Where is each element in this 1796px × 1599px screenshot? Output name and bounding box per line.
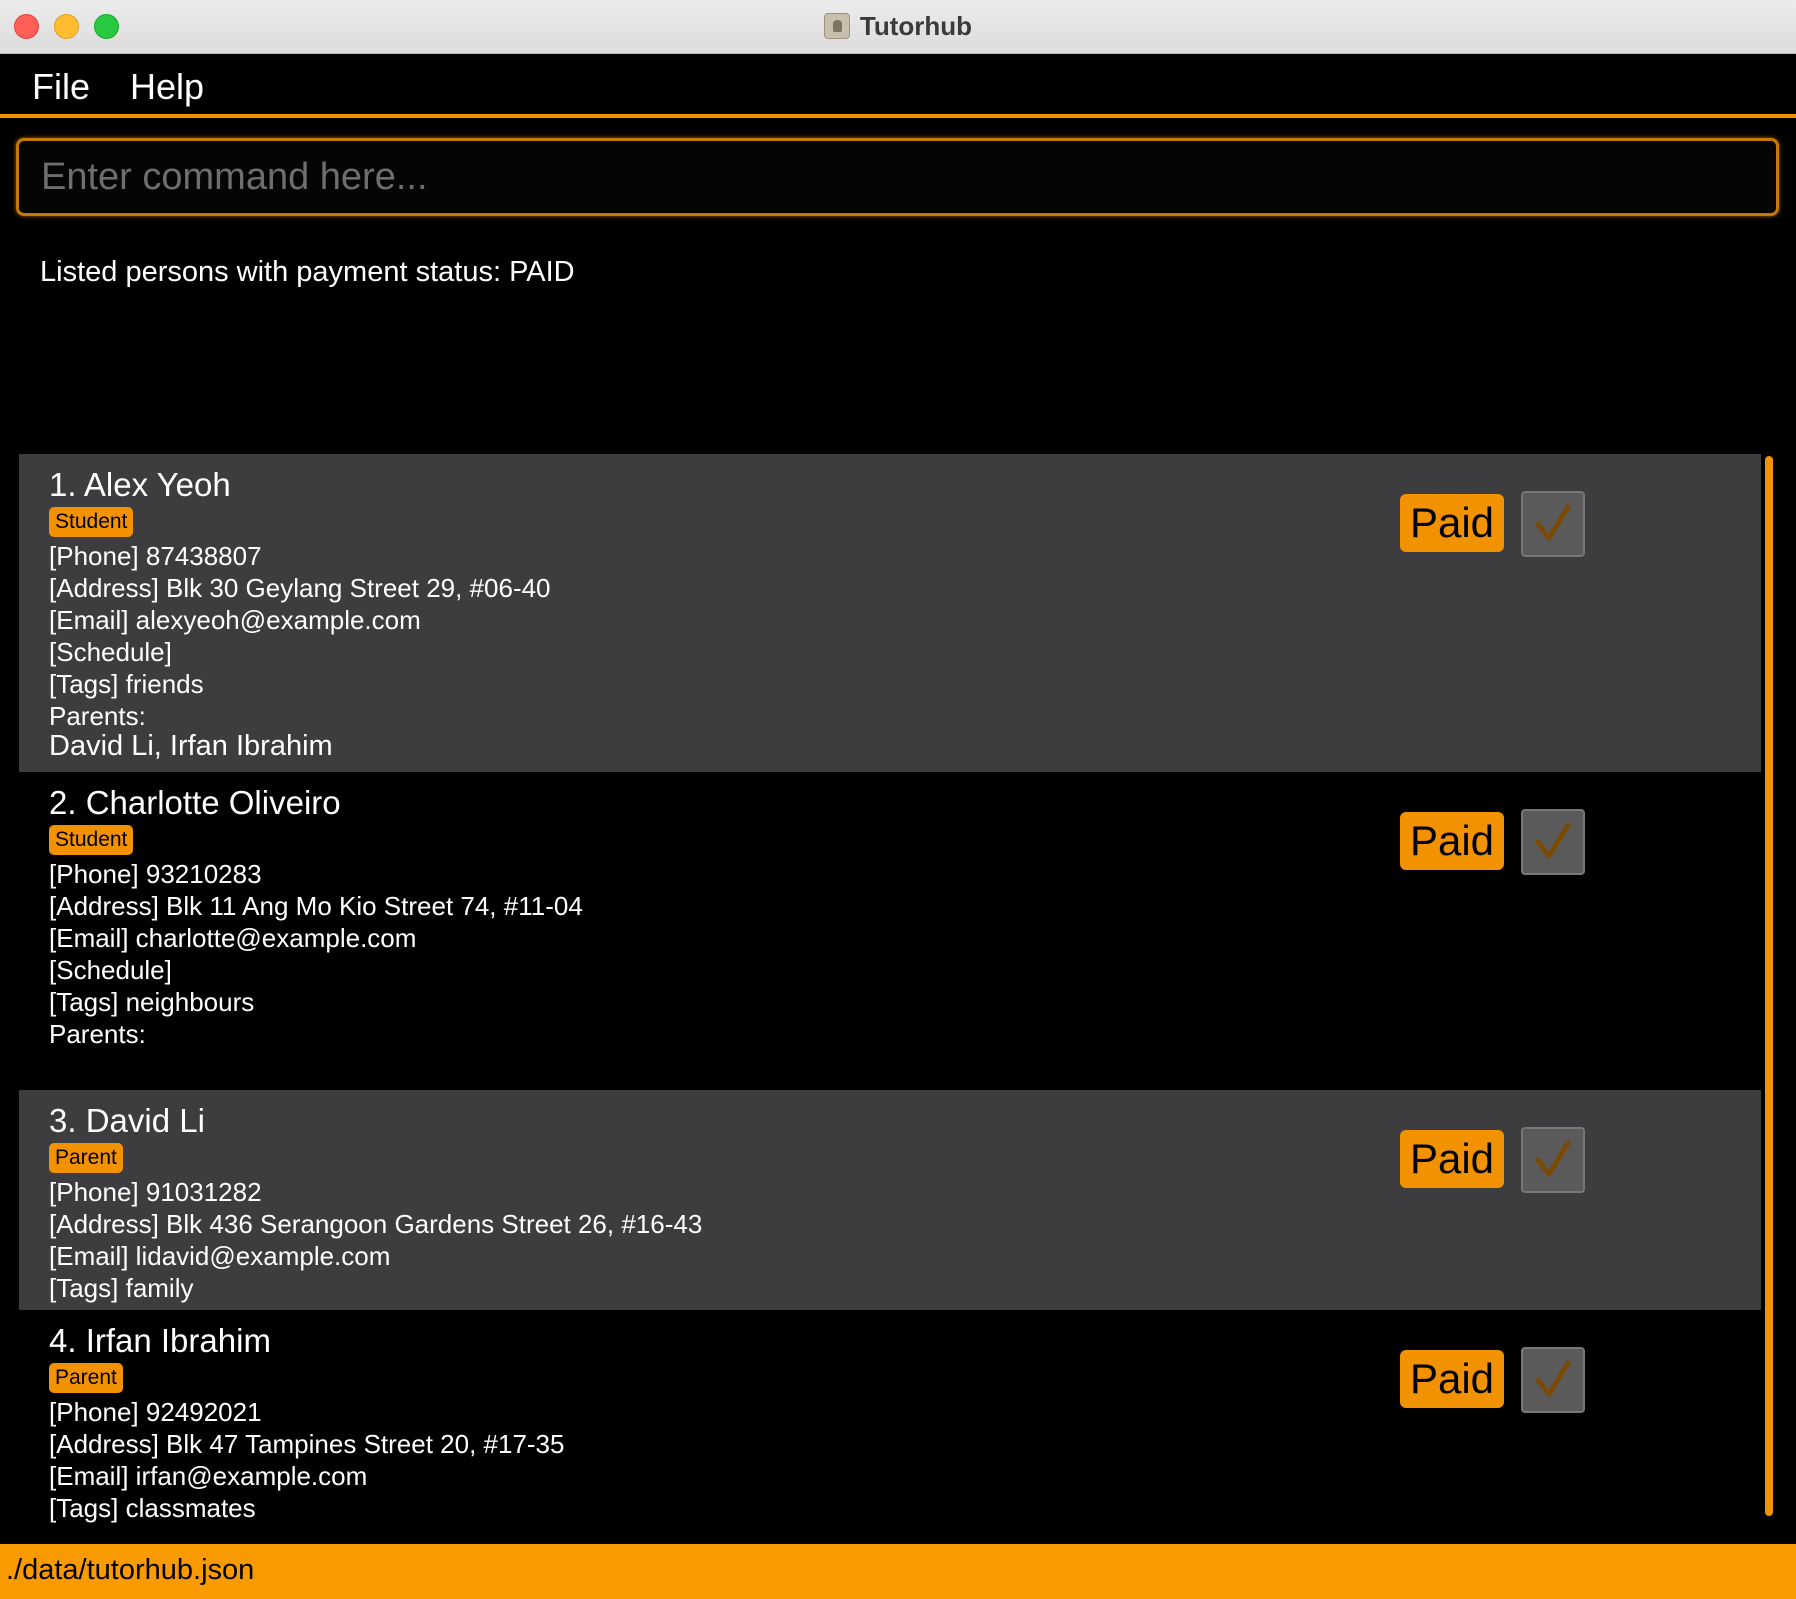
person-schedule: [Schedule] xyxy=(49,637,172,667)
person-phone: [Phone] 92492021 xyxy=(49,1397,262,1427)
person-email: [Email] lidavid@example.com xyxy=(49,1241,391,1271)
contact-book-icon xyxy=(823,13,850,39)
person-list[interactable]: 1. Alex Yeoh Student [Phone] 87438807 [A… xyxy=(19,454,1761,1540)
role-badge: Student xyxy=(49,507,134,537)
person-email: [Email] charlotte@example.com xyxy=(49,923,417,953)
person-name: 2. Charlotte Oliveiro xyxy=(49,784,341,821)
check-icon xyxy=(1535,822,1571,859)
status-bar: ./data/tutorhub.json xyxy=(0,1544,1796,1599)
role-badge: Parent xyxy=(49,1363,123,1393)
menu-bar: File Help xyxy=(0,54,1796,118)
parents-label: Parents: xyxy=(49,701,146,731)
check-icon xyxy=(1535,1140,1571,1177)
person-phone: [Phone] 87438807 xyxy=(49,541,262,571)
person-address: [Address] Blk 30 Geylang Street 29, #06-… xyxy=(49,573,551,603)
person-schedule: [Schedule] xyxy=(49,955,172,985)
title-wrap: Tutorhub xyxy=(0,0,1796,52)
parents-label: Parents: xyxy=(49,1019,146,1049)
parents-list: David Li, Irfan Ibrahim xyxy=(49,730,333,762)
person-tags: [Tags] friends xyxy=(49,669,204,699)
paid-checkbox[interactable] xyxy=(1521,491,1585,557)
payment-status-badge: Paid xyxy=(1400,494,1504,552)
person-address: [Address] Blk 11 Ang Mo Kio Street 74, #… xyxy=(49,891,583,921)
command-input[interactable] xyxy=(19,141,1776,213)
paid-checkbox[interactable] xyxy=(1521,1347,1585,1413)
person-card[interactable]: 3. David Li Parent [Phone] 91031282 [Add… xyxy=(19,1090,1761,1310)
menu-help[interactable]: Help xyxy=(130,66,204,108)
person-card[interactable]: 1. Alex Yeoh Student [Phone] 87438807 [A… xyxy=(19,454,1761,772)
person-phone: [Phone] 93210283 xyxy=(49,859,262,889)
list-scrollbar[interactable] xyxy=(1765,456,1773,1516)
person-tags: [Tags] family xyxy=(49,1273,194,1303)
person-name: 1. Alex Yeoh xyxy=(49,466,231,503)
menu-file[interactable]: File xyxy=(32,66,90,108)
payment-status-badge: Paid xyxy=(1400,1130,1504,1188)
result-display: Listed persons with payment status: PAID xyxy=(40,256,575,288)
check-icon xyxy=(1535,504,1571,541)
paid-checkbox[interactable] xyxy=(1521,1127,1585,1193)
save-location-path: ./data/tutorhub.json xyxy=(6,1554,255,1586)
person-tags: [Tags] neighbours xyxy=(49,987,255,1017)
person-email: [Email] alexyeoh@example.com xyxy=(49,605,421,635)
paid-checkbox[interactable] xyxy=(1521,809,1585,875)
person-name: 3. David Li xyxy=(49,1102,205,1139)
command-box xyxy=(16,138,1779,216)
role-badge: Student xyxy=(49,825,134,855)
person-card[interactable]: 4. Irfan Ibrahim Parent [Phone] 92492021… xyxy=(19,1310,1761,1540)
role-badge: Parent xyxy=(49,1143,123,1173)
person-email: [Email] irfan@example.com xyxy=(49,1461,368,1491)
person-phone: [Phone] 91031282 xyxy=(49,1177,262,1207)
check-icon xyxy=(1535,1360,1571,1397)
payment-status-badge: Paid xyxy=(1400,1350,1504,1408)
person-card[interactable]: 2. Charlotte Oliveiro Student [Phone] 93… xyxy=(19,772,1761,1090)
person-name: 4. Irfan Ibrahim xyxy=(49,1322,271,1359)
title-bar: Tutorhub xyxy=(0,0,1796,54)
person-tags: [Tags] classmates xyxy=(49,1493,256,1523)
person-address: [Address] Blk 47 Tampines Street 20, #17… xyxy=(49,1429,565,1459)
person-address: [Address] Blk 436 Serangoon Gardens Stre… xyxy=(49,1209,703,1239)
window-title: Tutorhub xyxy=(859,10,973,41)
payment-status-badge: Paid xyxy=(1400,812,1504,870)
